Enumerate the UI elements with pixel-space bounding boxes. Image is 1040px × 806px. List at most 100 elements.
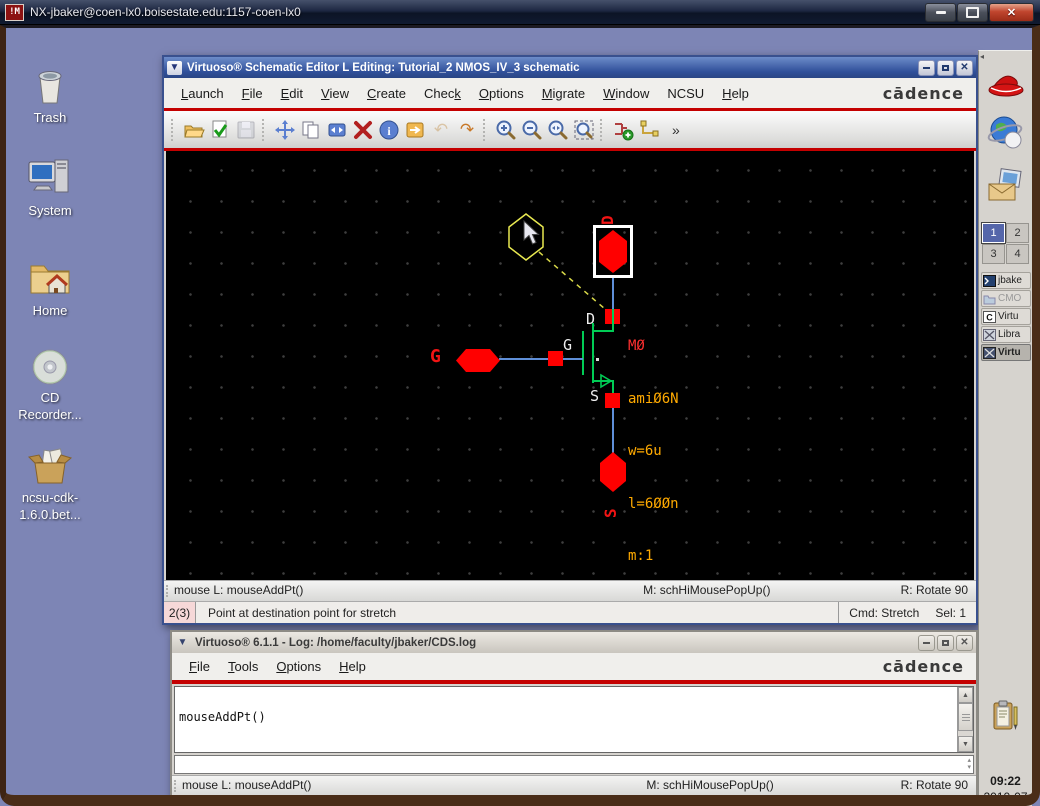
menu-check[interactable]: Check — [415, 86, 470, 101]
gate-pin-name-label[interactable]: G — [430, 346, 441, 367]
info-icon: i — [378, 119, 400, 141]
nx-maximize-button[interactable] — [957, 3, 988, 22]
maximize-icon — [942, 640, 949, 646]
zoom-fit-button[interactable] — [571, 117, 597, 143]
statusbar-grip — [174, 780, 179, 792]
task-jbaker-terminal[interactable]: jbake — [981, 272, 1031, 289]
menu-file[interactable]: File — [233, 86, 272, 101]
menu-help[interactable]: Help — [713, 86, 758, 101]
source-terminal-label: S — [590, 387, 599, 405]
task-library-manager[interactable]: Libra — [981, 326, 1031, 343]
menu-options[interactable]: Options — [470, 86, 533, 101]
mouse-middle-binding: M: schHiMousePopUp() — [646, 778, 773, 792]
source-connection-square[interactable] — [605, 393, 620, 408]
properties-button[interactable]: i — [376, 117, 402, 143]
nx-logo-icon: !M — [5, 4, 24, 21]
clipboard-icon[interactable] — [992, 699, 1020, 733]
close-icon: ✕ — [960, 63, 968, 73]
instance-name: MØ — [628, 338, 712, 356]
log-titlebar[interactable]: ▼ Virtuoso® 6.1.1 - Log: /home/faculty/j… — [172, 632, 976, 653]
desktop-icon-home[interactable]: Home — [8, 258, 92, 319]
command-input[interactable] — [176, 756, 957, 770]
gate-pin[interactable] — [455, 348, 501, 373]
create-wire-button[interactable] — [636, 117, 662, 143]
clock-date-line1: 2010-07 — [979, 789, 1032, 805]
drain-pin-name-label[interactable]: D — [598, 201, 618, 225]
schematic-close-button[interactable]: ✕ — [956, 60, 973, 76]
task-cmos-folder[interactable]: CMO — [981, 290, 1031, 307]
nx-close-button[interactable]: ✕ — [989, 3, 1034, 22]
menu-file[interactable]: File — [180, 659, 219, 674]
task-virtuoso-log[interactable]: C Virtu — [981, 308, 1031, 325]
menu-create[interactable]: Create — [358, 86, 415, 101]
log-close-button[interactable]: ✕ — [956, 635, 973, 651]
pager-desktop-4[interactable]: 4 — [1006, 244, 1029, 264]
instance-mult: m:1 — [628, 548, 712, 566]
toolbar-overflow-chevron[interactable]: » — [672, 122, 680, 138]
check-and-save-button[interactable] — [207, 117, 233, 143]
undo-button[interactable]: ↶ — [428, 117, 454, 143]
menu-window[interactable]: Window — [594, 86, 658, 101]
desktop-icon-trash[interactable]: Trash — [8, 65, 92, 126]
nmos-transistor-symbol[interactable] — [580, 307, 620, 403]
menu-launch[interactable]: Launch — [172, 86, 233, 101]
minimize-icon — [923, 642, 930, 644]
descend-button[interactable] — [402, 117, 428, 143]
schematic-titlebar[interactable]: ▼ Virtuoso® Schematic Editor L Editing: … — [164, 57, 976, 78]
move-button[interactable] — [272, 117, 298, 143]
toolbar-grip — [483, 119, 488, 141]
drain-pin-selected[interactable] — [593, 225, 633, 278]
log-text: mouseAddPt() > mouseAddPt() t — [179, 686, 955, 753]
zoom-out-button[interactable] — [519, 117, 545, 143]
menu-help[interactable]: Help — [330, 659, 375, 674]
panel-hide-arrow[interactable]: ◂ — [980, 52, 984, 61]
redo-button[interactable]: ↷ — [454, 117, 480, 143]
source-pin[interactable] — [599, 451, 627, 493]
gate-connection-square[interactable] — [548, 351, 563, 366]
email-icon[interactable] — [986, 166, 1026, 206]
create-instance-button[interactable] — [610, 117, 636, 143]
task-virtuoso-schematic[interactable]: Virtu — [981, 344, 1031, 361]
zoom-in-button[interactable] — [493, 117, 519, 143]
schematic-canvas[interactable]: D D MØ amiØ6N w=6u l=6ØØn m:1 — [166, 151, 974, 580]
open-button[interactable] — [181, 117, 207, 143]
zoom-to-selected-button[interactable] — [545, 117, 571, 143]
instance-length: l=6ØØn — [628, 496, 712, 514]
schematic-window-icon — [983, 347, 996, 359]
desktop-icon-ncsu-cdk[interactable]: ncsu-cdk- 1.6.0.bet... — [8, 445, 92, 523]
log-maximize-button[interactable] — [937, 635, 954, 651]
menu-edit[interactable]: Edit — [272, 86, 312, 101]
delete-button[interactable] — [350, 117, 376, 143]
menu-ncsu[interactable]: NCSU — [658, 86, 713, 101]
log-scrollbar[interactable]: ▲ ▼ — [957, 687, 973, 752]
instance-labels[interactable]: MØ amiØ6N w=6u l=6ØØn m:1 — [628, 303, 712, 580]
copy-button[interactable] — [298, 117, 324, 143]
schematic-maximize-button[interactable] — [937, 60, 954, 76]
gate-net-wire[interactable] — [499, 358, 583, 360]
desktop-icon-system[interactable]: System — [8, 156, 92, 219]
pager-desktop-3[interactable]: 3 — [982, 244, 1005, 264]
menu-view[interactable]: View — [312, 86, 358, 101]
stretch-button[interactable] — [324, 117, 350, 143]
source-pin-name-label[interactable]: S — [601, 496, 621, 518]
log-output-area[interactable]: mouseAddPt() > mouseAddPt() t ▲ ▼ — [174, 686, 974, 753]
scroll-down-button[interactable]: ▼ — [958, 736, 973, 752]
menu-options[interactable]: Options — [267, 659, 330, 674]
log-minimize-button[interactable] — [918, 635, 935, 651]
scroll-up-button[interactable]: ▲ — [958, 687, 973, 703]
icon-label: Trash — [8, 109, 92, 126]
pager-desktop-1[interactable]: 1 — [982, 223, 1005, 243]
clock-time: 09:22 — [979, 773, 1032, 789]
schematic-minimize-button[interactable] — [918, 60, 935, 76]
resize-handle-icon[interactable]: ▴▾ — [967, 757, 971, 771]
menu-migrate[interactable]: Migrate — [533, 86, 594, 101]
web-browser-icon[interactable] — [986, 113, 1026, 153]
desktop-icon-cd-recorder[interactable]: CD Recorder... — [8, 347, 92, 423]
redhat-menu-icon[interactable] — [986, 64, 1026, 104]
pager-desktop-2[interactable]: 2 — [1006, 223, 1029, 243]
scrollbar-thumb[interactable] — [958, 703, 973, 731]
menu-tools[interactable]: Tools — [219, 659, 267, 674]
nx-minimize-button[interactable] — [925, 3, 956, 22]
save-button[interactable] — [233, 117, 259, 143]
virtuoso-chevron-icon: ▼ — [167, 61, 182, 75]
